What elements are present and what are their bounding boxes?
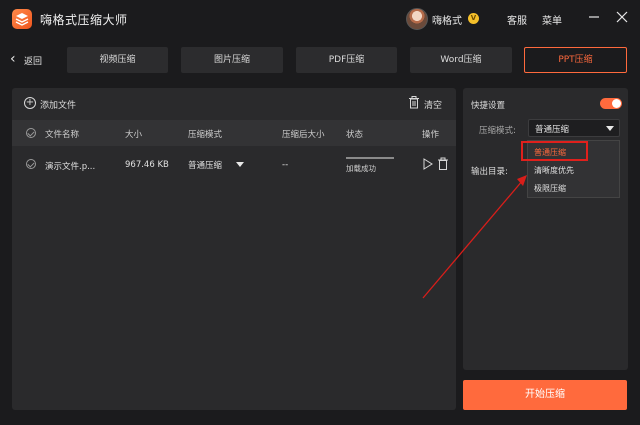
mode-option-clarity[interactable]: 清晰度优先 — [528, 161, 621, 179]
row-checkbox[interactable] — [26, 159, 36, 169]
select-all-checkbox[interactable] — [26, 128, 36, 138]
plus-circle-icon: + — [24, 97, 36, 109]
menu-link[interactable]: 菜单 — [542, 12, 562, 27]
add-file-label: 添加文件 — [40, 101, 77, 111]
compress-mode-value: 普通压缩 — [535, 125, 570, 135]
play-button[interactable] — [422, 157, 434, 171]
status-progress-bar — [346, 157, 394, 159]
app-logo-icon — [12, 9, 32, 29]
mode-label: 压缩模式: — [479, 126, 516, 136]
col-size: 大小 — [125, 130, 143, 140]
output-dir-label: 输出目录: — [471, 167, 508, 177]
tab-word-compress[interactable]: Word压缩 — [410, 47, 512, 73]
row-mode-select[interactable]: 普通压缩 — [188, 158, 248, 172]
trash-icon — [409, 96, 419, 109]
minimize-icon — [589, 16, 599, 18]
chevron-left-icon: ‹ — [10, 51, 16, 67]
caret-down-icon — [606, 126, 614, 131]
compressed-size: -- — [282, 160, 289, 170]
quick-settings-toggle[interactable] — [600, 98, 622, 109]
caret-down-icon — [236, 162, 244, 167]
close-icon — [616, 11, 628, 23]
tab-image-compress[interactable]: 图片压缩 — [181, 47, 283, 73]
delete-button[interactable] — [437, 157, 449, 171]
col-status: 状态 — [346, 130, 364, 140]
close-button[interactable] — [614, 9, 630, 25]
row-mode-value: 普通压缩 — [188, 161, 223, 171]
play-icon — [423, 158, 433, 170]
settings-panel: 快捷设置 压缩模式: 普通压缩 输出目录: 普通压缩 清晰度优先 极限压缩 — [463, 88, 628, 370]
username[interactable]: 嗨格式 — [432, 12, 462, 27]
table-header: 文件名称 大小 压缩模式 压缩后大小 状态 操作 — [12, 120, 456, 146]
col-compressed-size: 压缩后大小 — [282, 130, 325, 140]
start-compress-button[interactable]: 开始压缩 — [463, 380, 627, 410]
compress-mode-select[interactable]: 普通压缩 — [528, 119, 620, 137]
avatar[interactable] — [406, 8, 428, 30]
mode-option-extreme[interactable]: 极限压缩 — [528, 179, 621, 197]
back-label: 返回 — [24, 57, 43, 67]
annotation-highlight-box — [521, 141, 588, 161]
tab-video-compress[interactable]: 视频压缩 — [67, 47, 168, 73]
file-list-panel: + 添加文件 清空 文件名称 大小 压缩模式 压缩后大小 状态 操作 演示文件.… — [12, 88, 456, 410]
customer-service-link[interactable]: 客服 — [507, 12, 527, 27]
file-name: 演示文件.p... — [45, 162, 96, 172]
col-file-name: 文件名称 — [45, 130, 80, 140]
table-row: 演示文件.p... 967.46 KB 普通压缩 -- 加载成功 — [12, 150, 456, 182]
tab-ppt-compress[interactable]: PPT压缩 — [524, 47, 627, 73]
quick-settings-label: 快捷设置 — [471, 101, 506, 111]
mode-option-label: 清晰度优先 — [534, 166, 574, 175]
minimize-button[interactable] — [586, 9, 602, 25]
file-size: 967.46 KB — [125, 160, 169, 170]
clear-label: 清空 — [424, 101, 443, 111]
col-actions: 操作 — [422, 130, 440, 140]
col-compress-mode: 压缩模式 — [188, 130, 223, 140]
mode-option-label: 极限压缩 — [534, 184, 566, 193]
status-text: 加载成功 — [346, 164, 376, 173]
trash-icon — [438, 157, 448, 170]
vip-badge-icon: V — [468, 13, 479, 24]
title-bar: 嗨格式压缩大师 嗨格式 V 客服 菜单 — [0, 0, 640, 36]
tab-pdf-compress[interactable]: PDF压缩 — [296, 47, 397, 73]
app-title: 嗨格式压缩大师 — [40, 13, 128, 27]
